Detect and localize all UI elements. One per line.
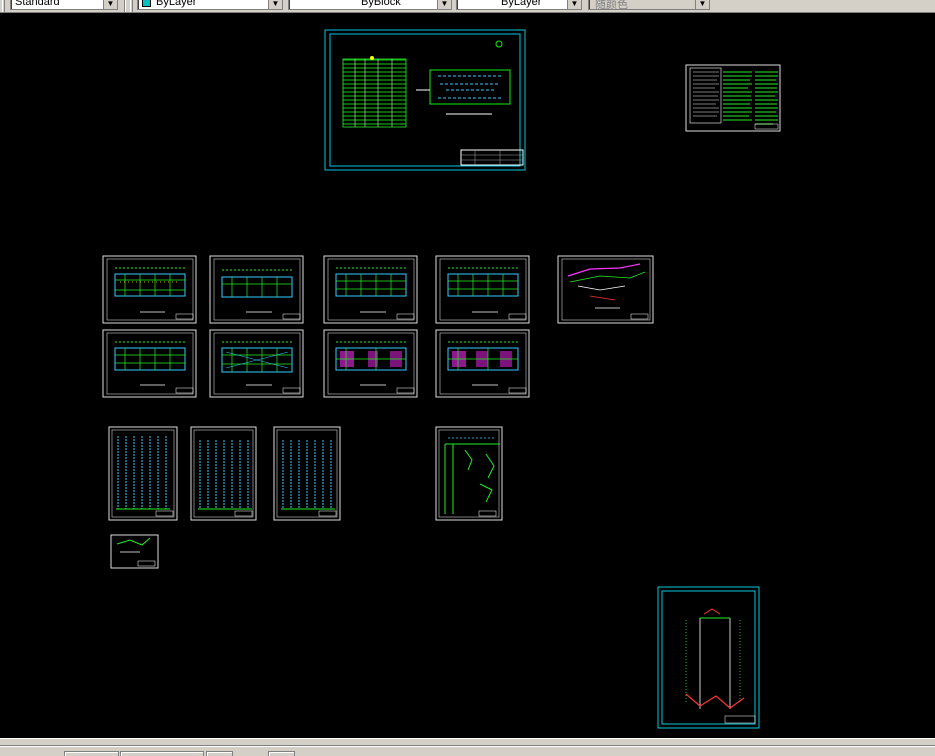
elevation-riser-sheet[interactable] bbox=[657, 586, 760, 729]
tab-layout-2[interactable] bbox=[206, 751, 233, 756]
floor-plan-5[interactable] bbox=[102, 329, 197, 398]
chevron-down-icon[interactable]: ▼ bbox=[567, 0, 581, 9]
toolbar-grip[interactable] bbox=[2, 0, 5, 12]
toolbar-separator bbox=[124, 0, 126, 12]
small-detail-sheet[interactable] bbox=[110, 534, 159, 569]
toolbar-grip[interactable] bbox=[130, 0, 133, 12]
drawing-canvas[interactable] bbox=[0, 14, 935, 738]
properties-toolbar: Standard ▼ ByLayer ▼ ByBlock ▼ ByLayer ▼… bbox=[0, 0, 935, 13]
equipment-layout-sheet[interactable] bbox=[324, 29, 526, 171]
floor-plan-2[interactable] bbox=[209, 255, 304, 324]
lineweight-dropdown[interactable]: ByLayer ▼ bbox=[456, 0, 582, 10]
text-style-value: Standard bbox=[15, 0, 60, 8]
color-swatch-icon bbox=[142, 0, 151, 7]
chevron-down-icon[interactable]: ▼ bbox=[268, 0, 282, 9]
plot-style-value: 随颜色 bbox=[595, 0, 628, 10]
riser-diagram-1[interactable] bbox=[108, 426, 178, 521]
floor-plan-6[interactable] bbox=[209, 329, 304, 398]
text-style-dropdown[interactable]: Standard ▼ bbox=[10, 0, 118, 10]
linetype-dropdown[interactable]: ByBlock ▼ bbox=[288, 0, 452, 10]
floor-plan-7[interactable] bbox=[323, 329, 418, 398]
floor-plan-3[interactable] bbox=[323, 255, 418, 324]
isometric-detail-sheet[interactable] bbox=[557, 255, 654, 324]
chevron-down-icon[interactable]: ▼ bbox=[695, 0, 709, 9]
color-dropdown[interactable]: ByLayer ▼ bbox=[137, 0, 283, 10]
riser-diagram-3[interactable] bbox=[273, 426, 341, 521]
plot-style-dropdown[interactable]: 随颜色 ▼ bbox=[588, 0, 710, 10]
tab-model[interactable] bbox=[64, 751, 119, 756]
chevron-down-icon[interactable]: ▼ bbox=[437, 0, 451, 9]
design-notes-sheet[interactable] bbox=[685, 64, 781, 132]
tab-layout-3[interactable] bbox=[268, 751, 295, 756]
system-diagram-sheet[interactable] bbox=[435, 426, 503, 521]
drawing-graphics bbox=[102, 29, 781, 729]
status-divider bbox=[0, 745, 935, 747]
chevron-down-icon[interactable]: ▼ bbox=[103, 0, 117, 9]
tab-layout-1[interactable] bbox=[120, 751, 204, 756]
floor-plan-1[interactable] bbox=[102, 255, 197, 324]
floor-plan-8[interactable] bbox=[435, 329, 530, 398]
lineweight-value: ByLayer bbox=[501, 0, 542, 8]
linetype-value: ByBlock bbox=[361, 0, 401, 8]
layout-tab-bar bbox=[0, 738, 935, 756]
cad-application: Standard ▼ ByLayer ▼ ByBlock ▼ ByLayer ▼… bbox=[0, 0, 935, 756]
riser-diagram-2[interactable] bbox=[190, 426, 257, 521]
floor-plan-4[interactable] bbox=[435, 255, 530, 324]
color-value: ByLayer bbox=[156, 0, 197, 8]
